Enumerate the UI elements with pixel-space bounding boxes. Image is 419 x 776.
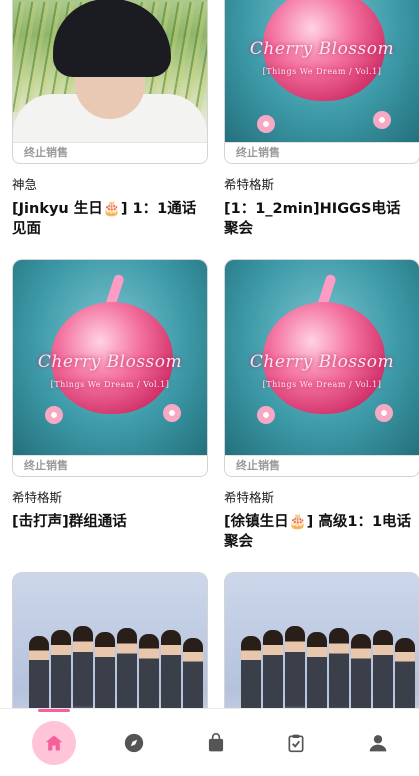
group-member	[373, 630, 393, 708]
product-image[interactable]	[12, 572, 208, 708]
tab-explore[interactable]	[112, 721, 156, 765]
group-member	[117, 628, 137, 708]
flower-icon	[375, 404, 393, 422]
album-logo: Cherry Blossom [Things We Dream / Vol.1]	[249, 352, 395, 389]
group-member	[307, 632, 327, 708]
shopping-bag-icon	[208, 733, 224, 752]
product-card[interactable]: 终止销售 神急 [Jinkyu 生日🎂] 1：1通话见面	[12, 0, 208, 239]
product-card[interactable]: 终止销售	[224, 572, 419, 708]
group-member	[329, 628, 349, 708]
product-list-viewport: 终止销售 神急 [Jinkyu 生日🎂] 1：1通话见面 Cherry Blos…	[0, 0, 419, 708]
product-title[interactable]: [Jinkyu 生日🎂] 1：1通话见面	[12, 199, 202, 239]
product-image[interactable]: Cherry Blossom [Things We Dream / Vol.1]	[12, 259, 208, 455]
flower-icon	[163, 404, 181, 422]
group-member	[351, 634, 371, 708]
product-title[interactable]: [1：1_2min]HIGGS电话聚会	[224, 199, 414, 239]
group-member	[161, 630, 181, 708]
flower-icon	[45, 406, 63, 424]
group-member	[139, 634, 159, 708]
album-logo: Cherry Blossom [Things We Dream / Vol.1]	[249, 39, 395, 76]
product-image[interactable]	[12, 0, 208, 142]
flower-icon	[257, 406, 275, 424]
product-card[interactable]: 终止销售	[12, 572, 208, 708]
group-member	[183, 638, 203, 708]
album-logo: Cherry Blossom [Things We Dream / Vol.1]	[37, 352, 183, 389]
status-badge: 终止销售	[12, 142, 208, 164]
group-member	[241, 636, 261, 708]
tab-profile[interactable]	[356, 721, 400, 765]
product-image[interactable]	[224, 572, 419, 708]
compass-icon	[124, 733, 144, 753]
group-member	[51, 630, 71, 708]
flower-icon	[257, 115, 275, 133]
tab-orders[interactable]	[274, 721, 318, 765]
product-card[interactable]: Cherry Blossom [Things We Dream / Vol.1] …	[224, 0, 419, 239]
person-icon	[369, 735, 387, 752]
product-card[interactable]: Cherry Blossom [Things We Dream / Vol.1] …	[12, 259, 208, 552]
clipboard-check-icon	[288, 734, 304, 753]
home-icon	[45, 735, 63, 751]
product-grid: 终止销售 神急 [Jinkyu 生日🎂] 1：1通话见面 Cherry Blos…	[12, 0, 419, 708]
product-image[interactable]: Cherry Blossom [Things We Dream / Vol.1]	[224, 259, 419, 455]
product-image[interactable]: Cherry Blossom [Things We Dream / Vol.1]	[224, 0, 419, 142]
tab-shop[interactable]	[194, 721, 238, 765]
group-member	[73, 626, 93, 708]
status-badge: 终止销售	[12, 455, 208, 477]
seller-name: 神急	[12, 177, 38, 192]
product-title[interactable]: [击打声]群组通话	[12, 512, 202, 532]
seller-name: 希特格斯	[224, 177, 275, 192]
status-badge: 终止销售	[224, 142, 419, 164]
product-title[interactable]: [徐镇生日🎂] 高级1：1电话聚会	[224, 512, 414, 552]
seller-name: 希特格斯	[224, 490, 275, 505]
group-member	[395, 638, 415, 708]
group-member	[95, 632, 115, 708]
active-tab-indicator	[38, 709, 70, 712]
status-badge: 终止销售	[224, 455, 419, 477]
seller-name: 希特格斯	[12, 490, 63, 505]
tab-home[interactable]	[32, 721, 76, 765]
product-card[interactable]: Cherry Blossom [Things We Dream / Vol.1] …	[224, 259, 419, 552]
flower-icon	[373, 111, 391, 129]
bottom-tab-bar	[0, 708, 419, 776]
group-member	[263, 630, 283, 708]
group-member	[29, 636, 49, 708]
group-member	[285, 626, 305, 708]
